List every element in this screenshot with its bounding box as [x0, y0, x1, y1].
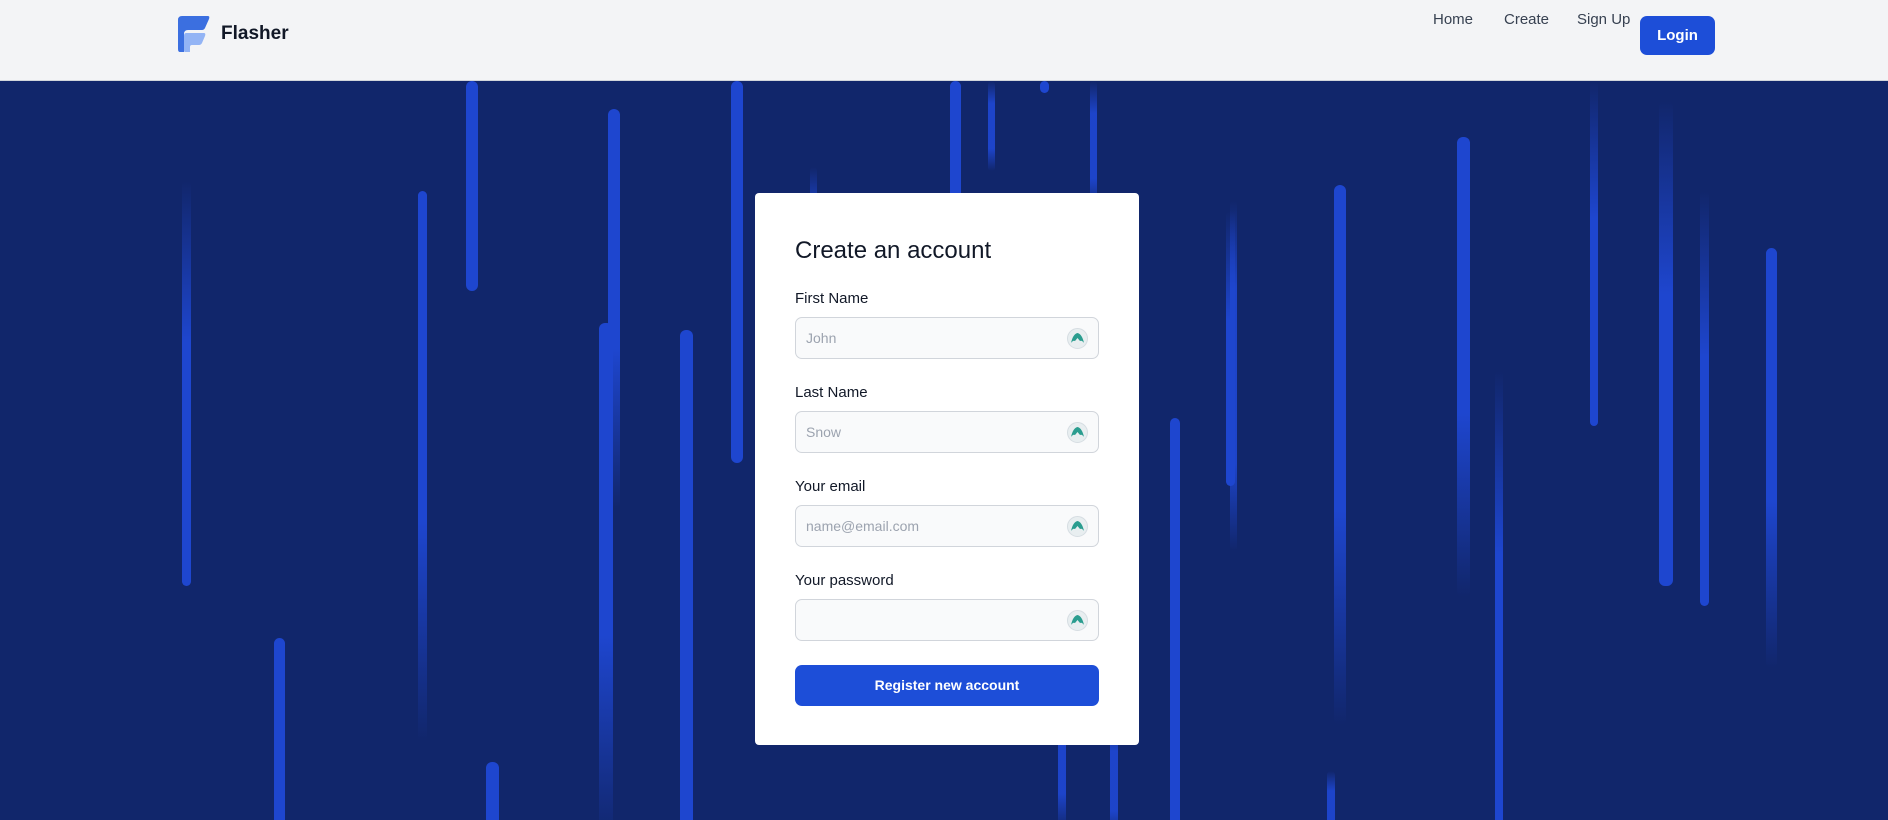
password-label: Your password — [795, 572, 894, 589]
background-streak — [1457, 137, 1470, 597]
background-streak — [599, 323, 613, 820]
password-input[interactable] — [796, 600, 1098, 640]
background-streak — [1700, 191, 1709, 606]
register-button[interactable]: Register new account — [795, 665, 1099, 706]
background-streak — [731, 81, 743, 463]
background-streak — [418, 191, 427, 741]
brand-name: Flasher — [221, 23, 289, 44]
background-streak — [182, 181, 191, 586]
nav-home-link[interactable]: Home — [1433, 0, 1473, 40]
password-manager-icon[interactable] — [1067, 328, 1088, 349]
background-streak — [1334, 185, 1346, 725]
first-name-input[interactable] — [796, 318, 1098, 358]
nav-signup-link[interactable]: Sign Up — [1577, 0, 1630, 40]
top-navbar: Flasher Home Create Sign Up Login — [0, 0, 1888, 81]
background-streak — [1766, 248, 1777, 668]
background-streak — [1170, 418, 1180, 820]
last-name-field[interactable] — [795, 411, 1099, 453]
background-streak — [1590, 81, 1598, 426]
background-streak — [680, 330, 693, 820]
password-manager-icon[interactable] — [1067, 422, 1088, 443]
register-form: Create an account First Name Last Name Y… — [755, 193, 1139, 745]
password-manager-icon[interactable] — [1067, 516, 1088, 537]
last-name-input[interactable] — [796, 412, 1098, 452]
background-streak — [1040, 81, 1049, 93]
background-streak — [1090, 81, 1097, 211]
background-streak — [988, 81, 995, 171]
background-streak — [1495, 371, 1503, 820]
login-button[interactable]: Login — [1640, 16, 1715, 55]
email-field[interactable] — [795, 505, 1099, 547]
background-streak — [1327, 771, 1335, 820]
background-streak — [1659, 101, 1673, 586]
nav-create-link[interactable]: Create — [1504, 0, 1549, 40]
background-streak — [486, 762, 499, 820]
form-title: Create an account — [795, 237, 992, 264]
flasher-logo-icon — [178, 16, 210, 52]
last-name-label: Last Name — [795, 384, 868, 401]
first-name-field[interactable] — [795, 317, 1099, 359]
email-label: Your email — [795, 478, 866, 495]
password-manager-icon[interactable] — [1067, 610, 1088, 631]
email-input[interactable] — [796, 506, 1098, 546]
password-field[interactable] — [795, 599, 1099, 641]
brand[interactable]: Flasher — [178, 16, 289, 52]
first-name-label: First Name — [795, 290, 869, 307]
background-streak — [466, 81, 478, 291]
background-streak — [1230, 201, 1237, 551]
background-streak — [274, 638, 285, 820]
